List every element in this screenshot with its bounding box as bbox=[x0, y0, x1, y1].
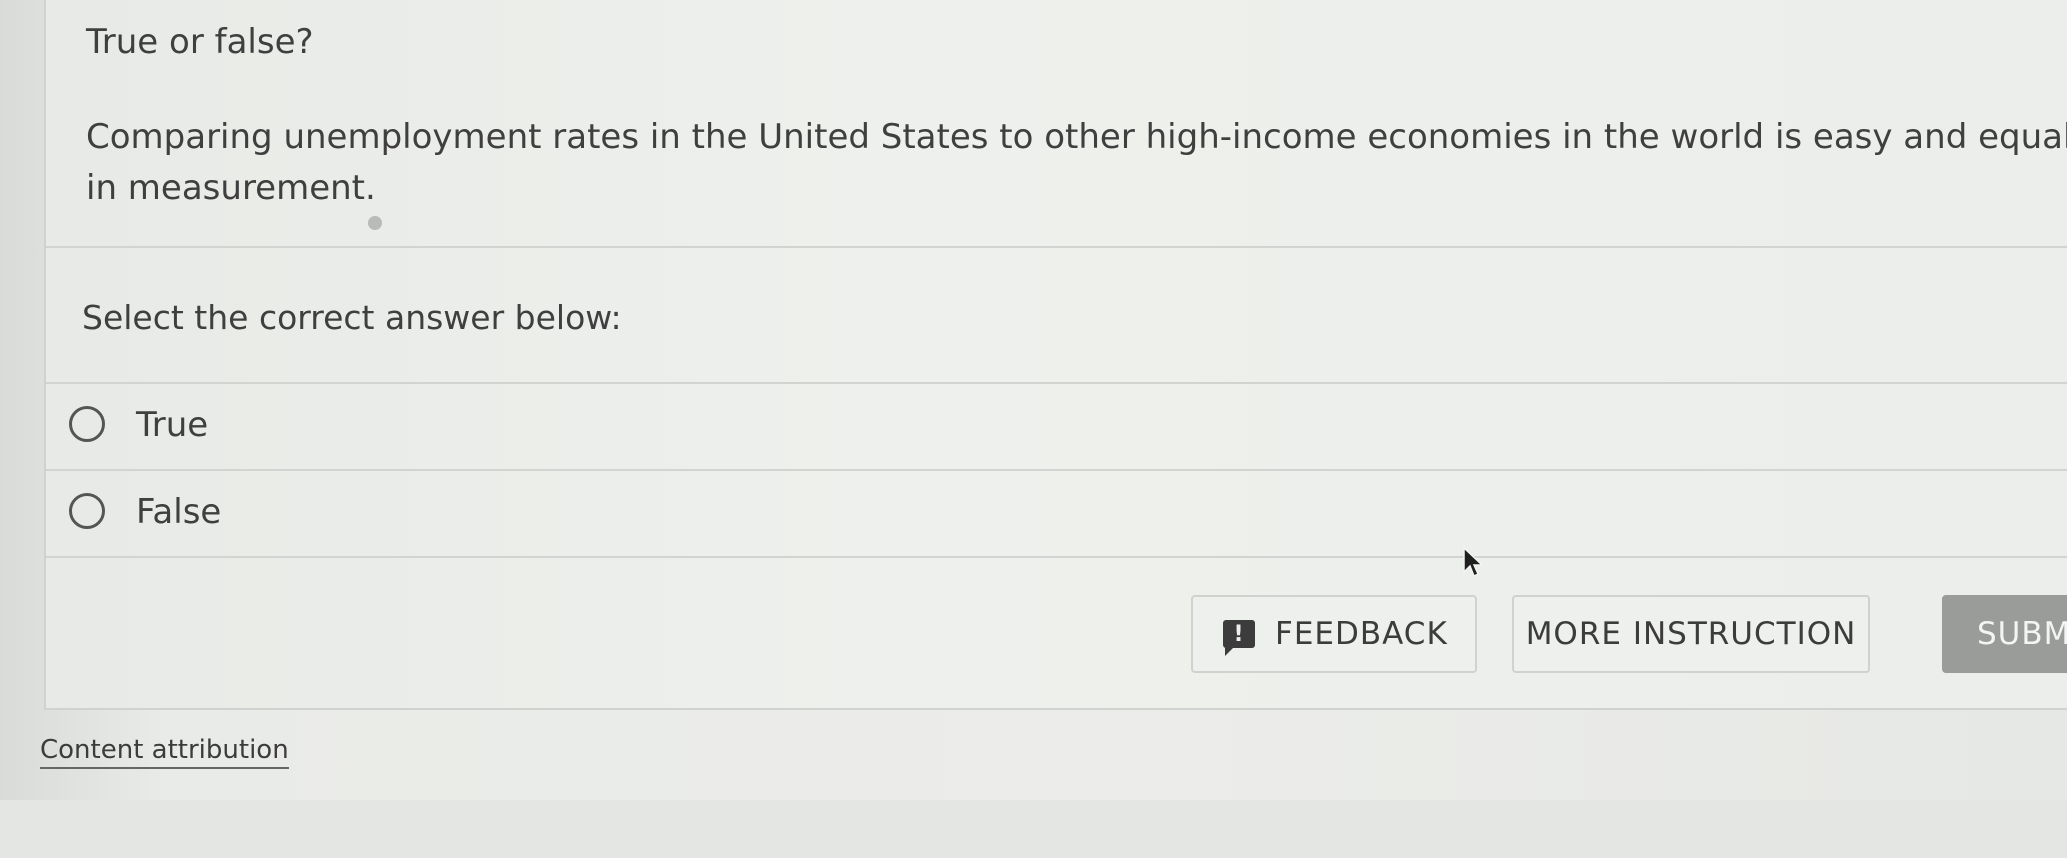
feedback-exclamation-icon: ! bbox=[1223, 620, 1255, 656]
more-instruction-button[interactable]: MORE INSTRUCTION bbox=[1512, 595, 1870, 673]
decorative-dot bbox=[368, 216, 382, 230]
submit-button[interactable]: SUBM bbox=[1942, 595, 2067, 673]
question-text: Comparing unemployment rates in the Unit… bbox=[86, 117, 2067, 208]
prompt-block: Select the correct answer below: bbox=[46, 248, 2067, 384]
question-block: True or false? Comparing unemployment ra… bbox=[46, 0, 2067, 248]
submit-button-label: SUBM bbox=[1977, 616, 2067, 652]
radio-false[interactable] bbox=[69, 493, 105, 529]
question-card: True or false? Comparing unemployment ra… bbox=[44, 0, 2067, 710]
answer-option-false[interactable]: False bbox=[46, 471, 2067, 558]
more-instruction-label: MORE INSTRUCTION bbox=[1525, 616, 1857, 652]
content-attribution-link[interactable]: Content attribution bbox=[40, 735, 289, 769]
radio-true[interactable] bbox=[69, 406, 105, 442]
answer-label-true: True bbox=[136, 405, 209, 445]
answer-label-false: False bbox=[136, 492, 222, 532]
answer-option-true[interactable]: True bbox=[46, 384, 2067, 471]
footer-band bbox=[0, 800, 2067, 858]
feedback-button[interactable]: ! FEEDBACK bbox=[1191, 595, 1477, 673]
screenshot-screen: True or false? Comparing unemployment ra… bbox=[0, 0, 2067, 858]
feedback-button-label: FEEDBACK bbox=[1275, 616, 1448, 652]
answer-prompt: Select the correct answer below: bbox=[82, 298, 622, 337]
question-title: True or false? bbox=[86, 22, 314, 62]
mouse-pointer-icon bbox=[1463, 546, 1484, 578]
